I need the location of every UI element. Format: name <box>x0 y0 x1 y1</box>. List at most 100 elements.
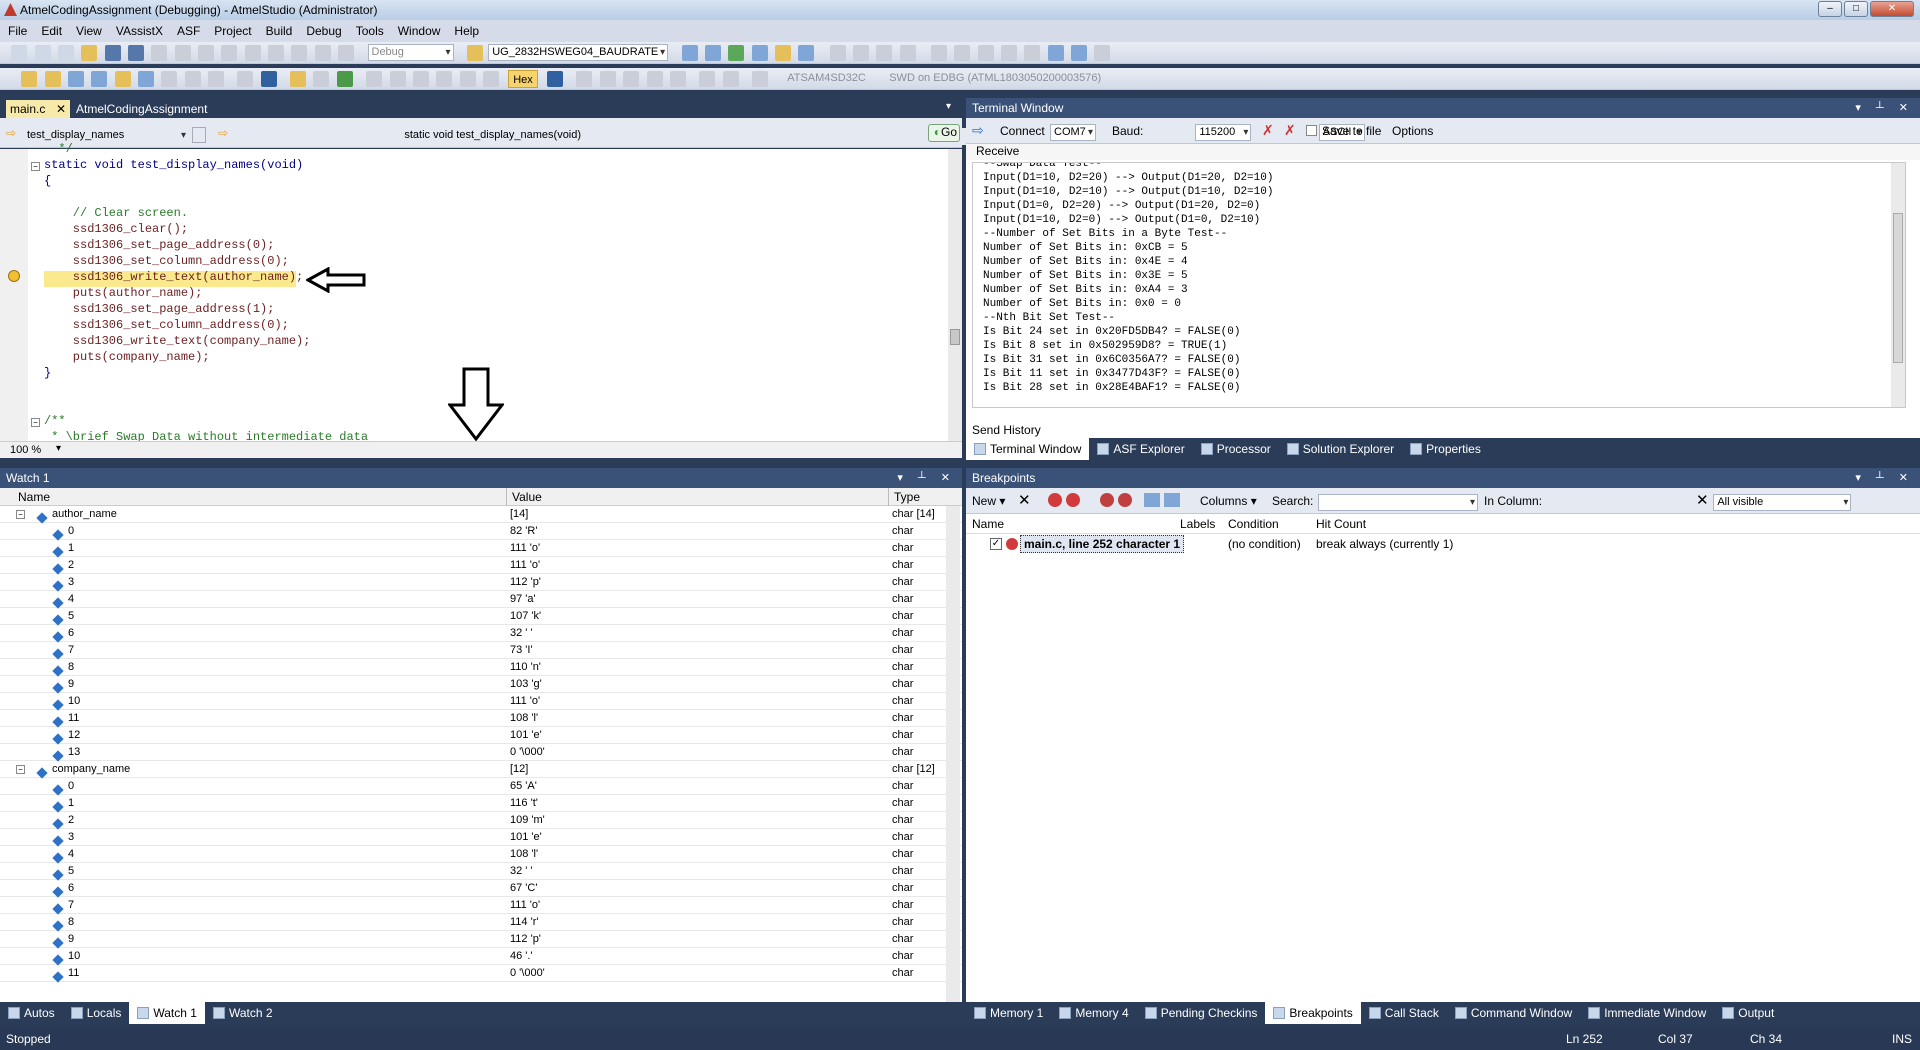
hex-toggle-button[interactable]: Hex <box>508 70 538 88</box>
undo-icon[interactable] <box>221 45 238 61</box>
watch-scrollbar[interactable] <box>946 506 960 1002</box>
export-icon[interactable] <box>1118 493 1132 507</box>
watch-item-row[interactable]: 7 111 'o' char <box>0 897 962 915</box>
receive-scroll-thumb[interactable] <box>1893 213 1903 363</box>
disable-all-icon[interactable] <box>1066 493 1080 507</box>
tab-memory-4[interactable]: Memory 4 <box>1051 1002 1136 1024</box>
connect-icon[interactable]: ⇨ <box>972 122 984 139</box>
tab-watch-2[interactable]: Watch 2 <box>205 1002 281 1024</box>
watch-value[interactable]: 108 'l' <box>510 710 538 727</box>
watch-pane-controls-icon[interactable]: ▾ ┴ ✕ <box>897 468 956 488</box>
tab-locals[interactable]: Locals <box>63 1002 130 1024</box>
watch-group-row[interactable]: − author_name [14] char [14] <box>0 506 962 524</box>
editor-vertical-scrollbar[interactable] <box>948 149 962 441</box>
tab-memory-1[interactable]: Memory 1 <box>966 1002 1051 1024</box>
bp-pane-controls-icon[interactable]: ▾ ┴ ✕ <box>1855 468 1914 488</box>
collapse-icon[interactable]: − <box>16 765 25 774</box>
baud-combo[interactable]: 115200 <box>1195 124 1252 141</box>
watch-value[interactable]: 32 ' ' <box>510 863 533 880</box>
open-icon[interactable] <box>81 45 98 61</box>
toolbar-icon-a[interactable] <box>681 45 698 61</box>
tab-project[interactable]: AtmelCodingAssignment <box>76 102 207 116</box>
debug-icon-a[interactable] <box>21 71 38 87</box>
search-target-combo[interactable]: UG_2832HSWEG04_BAUDRATE <box>488 44 669 61</box>
watch-value[interactable]: 112 'p' <box>510 574 541 591</box>
toolbar-icon-d[interactable] <box>751 45 768 61</box>
watch-value[interactable]: 65 'A' <box>510 778 537 795</box>
watch-item-row[interactable]: 8 114 'r' char <box>0 914 962 932</box>
start-icon[interactable] <box>314 45 331 61</box>
editor-scroll-thumb[interactable] <box>950 329 960 345</box>
debug-window-icon-g[interactable] <box>722 71 739 87</box>
bookmark-folder-icon[interactable] <box>1001 45 1017 61</box>
device-label[interactable]: ATSAM4SD32C <box>787 72 866 84</box>
menu-help[interactable]: Help <box>446 20 485 38</box>
step-out-icon[interactable] <box>412 71 429 87</box>
watch-value[interactable]: 116 't' <box>510 795 538 812</box>
clear-bookmarks-icon[interactable] <box>1024 45 1041 61</box>
watch-item-row[interactable]: 1 116 't' char <box>0 795 962 813</box>
watch-value[interactable]: [12] <box>510 761 528 778</box>
close-tab-icon[interactable]: ✕ <box>56 100 66 118</box>
tab-pending-checkins[interactable]: Pending Checkins <box>1137 1002 1266 1024</box>
watch-item-row[interactable]: 4 97 'a' char <box>0 591 962 609</box>
breakpoint-window-icon[interactable] <box>547 71 564 87</box>
debug-icon-h[interactable] <box>184 71 201 87</box>
indicator-margin[interactable] <box>0 149 28 441</box>
bp-col-condition[interactable]: Condition <box>1228 517 1279 531</box>
collapse-comment-icon[interactable]: − <box>31 418 40 427</box>
watch-item-row[interactable]: 1 111 'o' char <box>0 540 962 558</box>
col-name[interactable]: Name <box>18 490 50 504</box>
go-to-source-icon[interactable] <box>1144 493 1160 507</box>
debug-window-icon-e[interactable] <box>669 71 686 87</box>
watch-value[interactable]: 46 '.' <box>510 948 533 965</box>
watch-item-row[interactable]: 3 101 'e' char <box>0 829 962 847</box>
comment-icon[interactable] <box>876 45 893 61</box>
watch-item-row[interactable]: 2 109 'm' char <box>0 812 962 830</box>
step-over-icon[interactable] <box>389 71 406 87</box>
tab-watch-1[interactable]: Watch 1 <box>129 1002 205 1024</box>
watch-value[interactable]: 32 ' ' <box>510 625 533 642</box>
save-all-icon[interactable] <box>128 45 145 61</box>
watch-value[interactable]: 111 'o' <box>510 557 540 574</box>
bp-col-labels[interactable]: Labels <box>1180 517 1215 531</box>
toolbar-icon-e[interactable] <box>774 45 791 61</box>
watch-value[interactable]: 107 'k' <box>510 608 541 625</box>
tab-terminal-window[interactable]: Terminal Window <box>966 438 1090 460</box>
minimize-button[interactable]: – <box>1818 1 1842 17</box>
debug-icon-i[interactable] <box>208 71 225 87</box>
debug-window-icon-d[interactable] <box>646 71 663 87</box>
watch-value[interactable]: 111 'o' <box>510 897 540 914</box>
zoom-combo-icon[interactable]: ▾ <box>56 443 61 454</box>
watch-value[interactable]: 0 '\000' <box>510 965 545 982</box>
tool-label[interactable]: SWD on EDBG (ATML1803050200003576) <box>889 72 1101 84</box>
toolbar-icon-i[interactable] <box>1094 45 1111 61</box>
toolbar-icon-c[interactable] <box>728 45 745 61</box>
prev-bookmark-icon[interactable] <box>954 45 971 61</box>
watch-item-row[interactable]: 10 111 'o' char <box>0 693 962 711</box>
tab-processor[interactable]: Processor <box>1193 438 1279 460</box>
bookmark-icon[interactable] <box>930 45 947 61</box>
show-next-statement-icon[interactable] <box>290 71 307 87</box>
new-breakpoint-button[interactable]: New ▾ <box>972 494 1005 508</box>
watch-item-row[interactable]: 6 32 ' ' char <box>0 625 962 643</box>
stop-debugging-icon[interactable] <box>260 71 277 87</box>
menu-file[interactable]: File <box>0 20 33 38</box>
toolbar-icon-g[interactable] <box>1047 45 1064 61</box>
debug-icon-d[interactable] <box>91 71 108 87</box>
tab-main-c[interactable]: main.c ✕ <box>6 100 70 118</box>
debug-icon-e[interactable] <box>114 71 131 87</box>
watch-value[interactable]: 0 '\000' <box>510 744 545 761</box>
connect-button[interactable]: Connect <box>1000 124 1045 138</box>
tab-call-stack[interactable]: Call Stack <box>1361 1002 1447 1024</box>
menu-project[interactable]: Project <box>206 20 257 38</box>
skip-icon[interactable] <box>338 45 355 61</box>
find-icon[interactable] <box>291 45 308 61</box>
watch-value[interactable]: 108 'l' <box>510 846 538 863</box>
debug-icon-f[interactable] <box>138 71 155 87</box>
redo-icon[interactable] <box>244 45 261 61</box>
menu-tools[interactable]: Tools <box>348 20 390 38</box>
watch-item-row[interactable]: 12 101 'e' char <box>0 727 962 745</box>
watch-value[interactable]: [14] <box>510 506 528 523</box>
paste-icon[interactable] <box>198 45 215 61</box>
